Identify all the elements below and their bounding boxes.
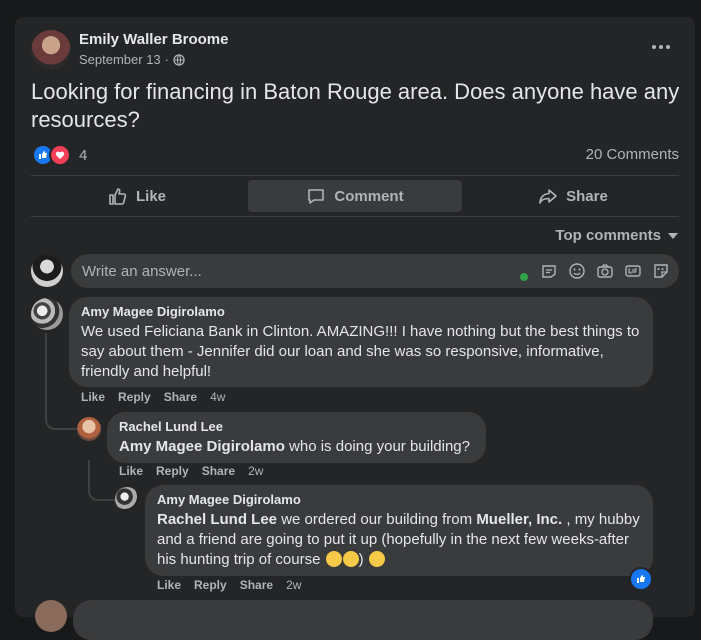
reply-avatar[interactable] <box>77 417 101 441</box>
divider-bottom <box>31 216 679 217</box>
nested-reply-text-a: we ordered our building from <box>277 511 477 528</box>
camera-icon[interactable] <box>596 262 614 280</box>
reply-like-link[interactable]: Like <box>119 464 143 478</box>
share-label: Share <box>566 187 608 205</box>
nested-reply-mention-business[interactable]: Mueller, Inc. <box>476 511 562 528</box>
grimace-emoji <box>368 551 385 567</box>
globe-icon <box>173 53 185 66</box>
sort-label: Top comments <box>555 227 661 244</box>
nested-time[interactable]: 2w <box>286 578 301 592</box>
comments-count[interactable]: 20 Comments <box>586 146 679 163</box>
thumbs-up-icon <box>109 188 127 205</box>
nested-reply-author[interactable]: Amy Magee Digirolamo <box>157 492 641 508</box>
comment-label: Comment <box>334 187 404 205</box>
nested-reply-avatar[interactable] <box>115 487 139 511</box>
reply-bubble: Rachel Lund Lee Amy Magee Digirolamo who… <box>107 412 486 463</box>
comment-text: We used Feliciana Bank in Clinton. AMAZI… <box>81 323 640 380</box>
post-date[interactable]: September 13 <box>79 52 161 67</box>
online-dot <box>520 273 528 281</box>
sticker-face-icon[interactable] <box>652 262 670 280</box>
like-label: Like <box>135 187 166 205</box>
next-commenter-avatar[interactable] <box>35 600 67 632</box>
post-text: Looking for financing in Baton Rouge are… <box>31 79 680 132</box>
meta-separator: · <box>164 52 170 67</box>
reactions-summary[interactable]: 4 <box>32 144 87 166</box>
rolling-eyes-emoji <box>325 551 342 567</box>
current-user-avatar <box>31 255 63 287</box>
commenter-avatar[interactable] <box>31 298 63 330</box>
reply-text: Amy Magee Digirolamo who is doing your b… <box>119 437 474 457</box>
comment-author[interactable]: Amy Magee Digirolamo <box>81 304 641 320</box>
sort-comments-dropdown[interactable]: Top comments <box>555 227 679 244</box>
comment-actions: Like Reply Share 4w <box>81 390 225 404</box>
comment-time[interactable]: 4w <box>210 390 225 404</box>
comment-input[interactable]: Write an answer... <box>71 254 679 288</box>
nested-reply-text: Rachel Lund Lee we ordered our building … <box>157 510 641 570</box>
sticker-icon[interactable] <box>540 262 558 280</box>
divider-top <box>31 175 679 176</box>
comment-reply-link[interactable]: Reply <box>118 390 151 404</box>
comment-bubble: Amy Magee Digirolamo We used Feliciana B… <box>69 297 653 387</box>
nested-reply-text-c: ) <box>358 551 368 568</box>
reply-author[interactable]: Rachel Lund Lee <box>119 419 474 435</box>
reply-mention[interactable]: Amy Magee Digirolamo <box>119 438 285 455</box>
comment-share-link[interactable]: Share <box>164 390 197 404</box>
author-avatar[interactable] <box>31 30 71 70</box>
nested-like-link[interactable]: Like <box>157 578 181 592</box>
thread-line-2 <box>88 460 117 501</box>
nested-reply-actions: Like Reply Share 2w <box>157 578 301 592</box>
comment-like-link[interactable]: Like <box>81 390 105 404</box>
reply-time[interactable]: 2w <box>248 464 263 478</box>
nested-reply-bubble: Amy Magee Digirolamo Rachel Lund Lee we … <box>145 485 653 576</box>
comment-icon <box>308 189 325 204</box>
reaction-count: 4 <box>79 146 88 164</box>
post-meta: September 13 · <box>79 52 185 67</box>
reply-share-link[interactable]: Share <box>202 464 235 478</box>
comment-button[interactable]: Comment <box>248 180 462 212</box>
more-options-icon[interactable] <box>649 39 673 55</box>
like-button[interactable]: Like <box>31 180 243 212</box>
share-icon <box>539 189 557 204</box>
reply-reply-link[interactable]: Reply <box>156 464 189 478</box>
comment-input-placeholder: Write an answer... <box>82 263 202 280</box>
nested-reply-link[interactable]: Reply <box>194 578 227 592</box>
love-reaction-icon <box>49 144 71 166</box>
caret-down-icon <box>668 232 678 239</box>
reply-like-reaction-icon[interactable] <box>629 567 653 591</box>
gif-icon[interactable] <box>624 262 642 280</box>
post-author[interactable]: Emily Waller Broome <box>79 31 229 48</box>
reply-actions: Like Reply Share 2w <box>119 464 263 478</box>
nested-share-link[interactable]: Share <box>240 578 273 592</box>
nested-reply-mention[interactable]: Rachel Lund Lee <box>157 511 277 528</box>
share-button[interactable]: Share <box>467 180 679 212</box>
reply-text-body: who is doing your building? <box>284 438 470 455</box>
post-card: Emily Waller Broome September 13 · Looki… <box>15 17 695 640</box>
laughing-emoji <box>342 551 359 567</box>
next-comment-bubble <box>73 600 653 640</box>
emoji-icon[interactable] <box>568 262 586 280</box>
